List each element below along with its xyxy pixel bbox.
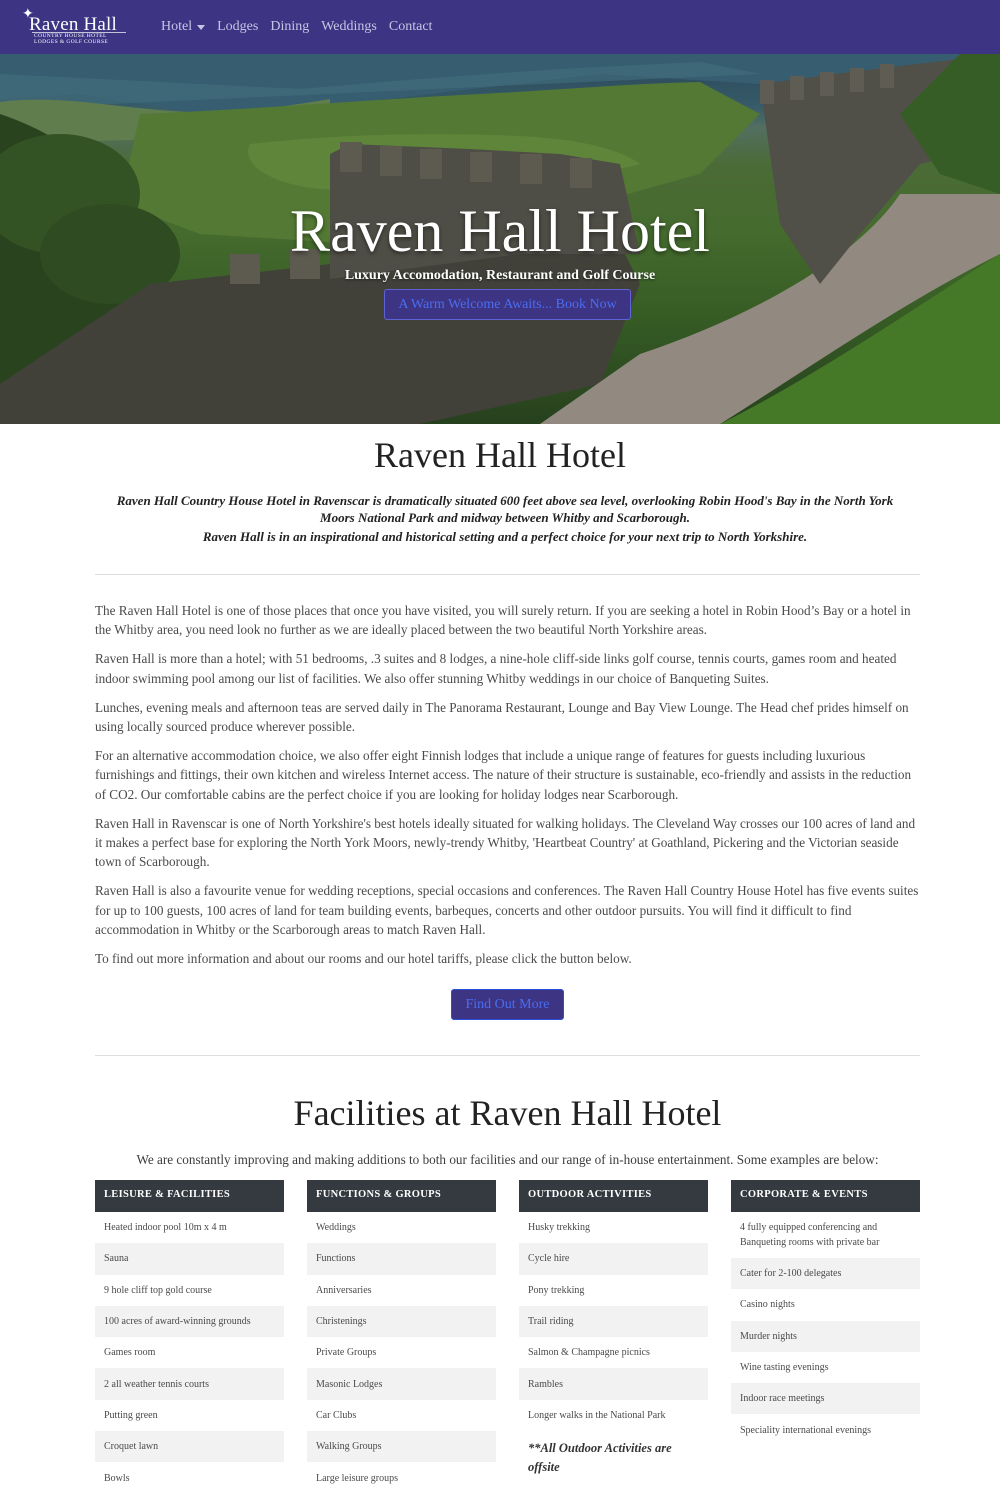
navbar: ✦ Raven Hall COUNTRY HOUSE HOTEL LODGES … xyxy=(0,0,1000,54)
column-list: 4 fully equipped conferencing and Banque… xyxy=(731,1212,920,1446)
intro-title: Raven Hall Hotel xyxy=(374,435,626,475)
intro-paragraph: To find out more information and about o… xyxy=(95,951,632,967)
list-item: Casino nights xyxy=(731,1289,920,1321)
list-item: Cater for 2-100 delegates xyxy=(731,1258,920,1290)
divider xyxy=(95,574,920,575)
facilities-title: Facilities at Raven Hall Hotel xyxy=(293,1093,722,1133)
list-item: Putting green xyxy=(95,1399,284,1432)
list-item: Murder nights xyxy=(731,1320,920,1352)
column-heading: LEISURE & FACILITIES xyxy=(95,1180,284,1212)
brand-subtitle-2: LODGES & GOLF COURSE xyxy=(34,39,109,45)
list-item: Weddings xyxy=(307,1212,496,1244)
facilities-column-leisure: LEISURE & FACILITIES Heated indoor pool … xyxy=(95,1180,284,1494)
list-item: Sauna xyxy=(95,1243,284,1275)
list-item: Functions xyxy=(307,1243,496,1275)
column-list: Weddings Functions Anniversaries Christe… xyxy=(307,1212,496,1494)
column-list: Heated indoor pool 10m x 4 m Sauna 9 hol… xyxy=(95,1212,284,1494)
column-list: Husky trekking Cycle hire Pony trekking … xyxy=(519,1212,708,1432)
hero-banner: Raven Hall Hotel Luxury Accomodation, Re… xyxy=(0,54,1000,424)
list-item: Pony trekking xyxy=(519,1274,708,1306)
list-item: 9 hole cliff top gold course xyxy=(95,1274,284,1306)
facilities-intro: We are constantly improving and making a… xyxy=(136,1152,879,1167)
intro-paragraph: For an alternative accommodation choice,… xyxy=(95,748,912,802)
list-item: Husky trekking xyxy=(519,1212,708,1244)
list-item: Trail riding xyxy=(519,1305,708,1338)
list-item: 2 all weather tennis courts xyxy=(95,1368,284,1400)
nav-item-weddings[interactable]: Weddings xyxy=(321,19,377,35)
hero-subtitle: Luxury Accomodation, Restaurant and Golf… xyxy=(344,268,656,283)
list-item: Car Clubs xyxy=(307,1399,496,1432)
facilities-column-corporate: CORPORATE & EVENTS 4 fully equipped conf… xyxy=(731,1180,920,1446)
intro-lead-2: Raven Hall is in an inspirational and hi… xyxy=(202,529,808,544)
list-item: Speciality international evenings xyxy=(731,1414,920,1446)
nav-item-hotel[interactable]: Hotel xyxy=(161,19,206,35)
nav-item-hotel-label: Hotel xyxy=(161,19,193,34)
list-item: Games room xyxy=(95,1337,284,1369)
column-heading: OUTDOOR ACTIVITIES xyxy=(519,1180,708,1212)
intro-paragraph: Raven Hall is also a favourite venue for… xyxy=(95,883,919,937)
list-item: Cycle hire xyxy=(519,1243,708,1275)
list-item: Christenings xyxy=(307,1305,496,1338)
intro-paragraph: Raven Hall is more than a hotel; with 51… xyxy=(95,651,897,686)
list-item: Heated indoor pool 10m x 4 m xyxy=(95,1212,284,1244)
list-item: Salmon & Champagne picnics xyxy=(519,1337,708,1369)
intro-paragraph: Lunches, evening meals and afternoon tea… xyxy=(95,699,909,735)
list-item: Large leisure groups xyxy=(307,1462,496,1494)
list-item: Anniversaries xyxy=(307,1274,496,1306)
intro-paragraph: Raven Hall in Ravenscar is one of North … xyxy=(95,815,916,870)
list-item: Rambles xyxy=(519,1368,708,1400)
intro-lead: Raven Hall Country House Hotel in Ravens… xyxy=(116,493,894,525)
list-item: Indoor race meetings xyxy=(731,1383,920,1415)
list-item: Bowls xyxy=(95,1462,284,1494)
brand-logo[interactable]: ✦ Raven Hall COUNTRY HOUSE HOTEL LODGES … xyxy=(20,0,150,54)
book-now-button[interactable]: A Warm Welcome Awaits... Book Now xyxy=(384,289,631,320)
divider xyxy=(95,1055,920,1056)
nav-item-lodges[interactable]: Lodges xyxy=(217,19,258,35)
facilities-column-outdoor: OUTDOOR ACTIVITIES Husky trekking Cycle … xyxy=(519,1180,708,1477)
nav-item-contact[interactable]: Contact xyxy=(389,19,433,35)
list-item: 4 fully equipped conferencing and Banque… xyxy=(731,1212,920,1258)
outdoor-activities-note: **All Outdoor Activities are offsite xyxy=(528,1441,672,1475)
intro-paragraph: The Raven Hall Hotel is one of those pla… xyxy=(95,603,911,638)
facilities-column-functions: FUNCTIONS & GROUPS Weddings Functions An… xyxy=(307,1180,496,1494)
list-item: Wine tasting evenings xyxy=(731,1351,920,1384)
column-heading: FUNCTIONS & GROUPS xyxy=(307,1180,496,1212)
list-item: Masonic Lodges xyxy=(307,1368,496,1400)
hero-title: Raven Hall Hotel xyxy=(290,198,710,264)
nav-menu: Hotel Lodges Dining Weddings Contact xyxy=(161,19,444,35)
intro-body: The Raven Hall Hotel is one of those pla… xyxy=(95,601,925,978)
list-item: Walking Groups xyxy=(307,1431,496,1463)
list-item: Private Groups xyxy=(307,1337,496,1369)
find-out-more-button[interactable]: Find Out More xyxy=(451,989,564,1020)
list-item: 100 acres of award-winning grounds xyxy=(95,1305,284,1338)
nav-item-dining[interactable]: Dining xyxy=(270,19,309,35)
list-item: Croquet lawn xyxy=(95,1431,284,1463)
column-heading: CORPORATE & EVENTS xyxy=(731,1180,920,1212)
list-item: Longer walks in the National Park xyxy=(519,1399,708,1432)
caret-down-icon xyxy=(197,24,206,30)
